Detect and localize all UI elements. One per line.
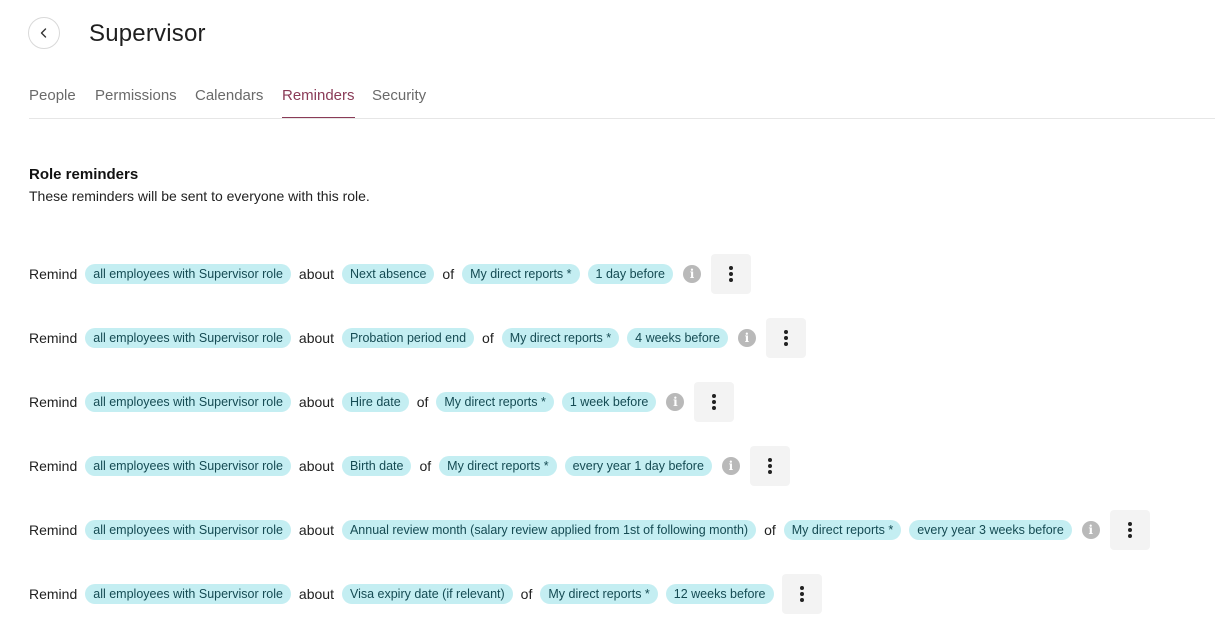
remind-label: Remind (29, 330, 78, 346)
recipient-pill[interactable]: all employees with Supervisor role (85, 328, 291, 348)
of-label: of (764, 522, 776, 538)
more-options-button[interactable] (781, 574, 822, 614)
subject-pill[interactable]: My direct reports * (783, 520, 902, 540)
back-button[interactable] (28, 17, 60, 49)
info-icon[interactable]: i (1081, 521, 1100, 539)
about-label: about (298, 266, 334, 282)
info-icon[interactable]: i (737, 329, 756, 347)
about-label: about (298, 394, 334, 410)
of-label: of (416, 394, 429, 410)
info-icon[interactable]: i (683, 265, 702, 283)
about-label: about (298, 330, 334, 346)
tab-people[interactable]: People (29, 80, 76, 117)
remind-label: Remind (29, 266, 78, 282)
timing-pill[interactable]: 4 weeks before (627, 328, 728, 348)
about-label: about (298, 522, 334, 538)
reminder-row: Remind all employees with Supervisor rol… (29, 510, 1150, 550)
of-label: of (482, 330, 494, 346)
timing-pill[interactable]: 12 weeks before (665, 584, 774, 604)
recipient-pill[interactable]: all employees with Supervisor role (85, 584, 291, 604)
subject-pill[interactable]: My direct reports * (501, 328, 620, 348)
info-icon[interactable]: i (666, 393, 685, 411)
more-options-button[interactable] (765, 318, 806, 358)
about-label: about (298, 458, 334, 474)
of-label: of (419, 458, 432, 474)
tab-calendars[interactable]: Calendars (195, 80, 263, 117)
event-pill[interactable]: Next absence (341, 264, 435, 284)
section-title: Role reminders (29, 166, 139, 183)
more-options-button[interactable] (711, 254, 752, 294)
remind-label: Remind (29, 586, 78, 602)
event-pill[interactable]: Probation period end (341, 328, 475, 348)
tab-bar: People Permissions Calendars Reminders S… (29, 80, 1215, 119)
of-label: of (520, 586, 533, 602)
section-description: These reminders will be sent to everyone… (29, 188, 370, 204)
reminder-row: Remind all employees with Supervisor rol… (29, 446, 790, 486)
info-icon[interactable]: i (721, 457, 740, 475)
remind-label: Remind (29, 458, 78, 474)
more-options-button[interactable] (749, 446, 790, 486)
remind-label: Remind (29, 394, 78, 410)
recipient-pill[interactable]: all employees with Supervisor role (85, 392, 291, 412)
event-pill[interactable]: Annual review month (salary review appli… (341, 520, 757, 540)
more-options-button[interactable] (1109, 510, 1150, 550)
recipient-pill[interactable]: all employees with Supervisor role (85, 264, 291, 284)
timing-pill[interactable]: every year 1 day before (564, 456, 712, 476)
timing-pill[interactable]: every year 3 weeks before (909, 520, 1072, 540)
tab-security[interactable]: Security (372, 80, 426, 117)
more-options-button[interactable] (694, 382, 735, 422)
remind-label: Remind (29, 522, 78, 538)
reminder-row: Remind all employees with Supervisor rol… (29, 254, 752, 294)
of-label: of (442, 266, 455, 282)
tab-permissions[interactable]: Permissions (95, 80, 177, 117)
reminder-row: Remind all employees with Supervisor rol… (29, 382, 735, 422)
timing-pill[interactable]: 1 week before (561, 392, 657, 412)
recipient-pill[interactable]: all employees with Supervisor role (85, 520, 291, 540)
chevron-left-icon (40, 28, 47, 38)
timing-pill[interactable]: 1 day before (587, 264, 674, 284)
reminder-row: Remind all employees with Supervisor rol… (29, 574, 822, 614)
subject-pill[interactable]: My direct reports * (439, 456, 557, 476)
event-pill[interactable]: Birth date (341, 456, 412, 476)
subject-pill[interactable]: My direct reports * (540, 584, 658, 604)
event-pill[interactable]: Visa expiry date (if relevant) (341, 584, 513, 604)
page-title: Supervisor (89, 20, 206, 47)
recipient-pill[interactable]: all employees with Supervisor role (85, 456, 291, 476)
about-label: about (298, 586, 334, 602)
tab-reminders[interactable]: Reminders (282, 80, 355, 118)
subject-pill[interactable]: My direct reports * (462, 264, 580, 284)
event-pill[interactable]: Hire date (341, 392, 409, 412)
subject-pill[interactable]: My direct reports * (436, 392, 554, 412)
reminder-row: Remind all employees with Supervisor rol… (29, 318, 806, 358)
